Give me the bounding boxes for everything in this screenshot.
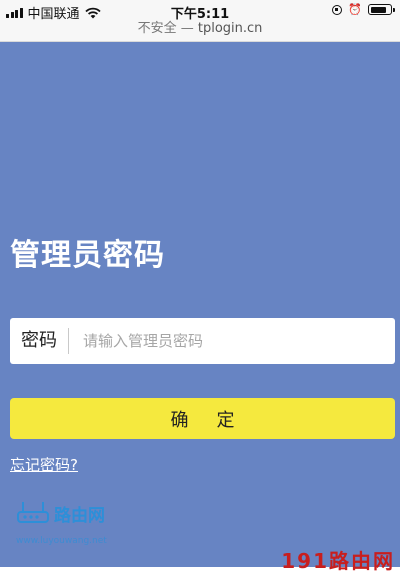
forgot-password-link[interactable]: 忘记密码? <box>10 454 78 475</box>
orientation-lock-icon <box>332 4 343 15</box>
watermark-url: www.luyouwang.net <box>16 536 107 546</box>
confirm-button[interactable]: 确定 <box>10 398 395 439</box>
watermark-logo-text: 路由网 <box>54 505 105 526</box>
page-title: 管理员密码 <box>10 238 165 273</box>
address-bar[interactable]: 不安全 — tplogin.cn <box>0 22 400 42</box>
watermark-brand: 191路由网 <box>281 549 395 573</box>
watermark-logo: 路由网 <box>16 500 105 526</box>
login-page: 管理员密码 密码 确定 忘记密码? 路由网 www.luyouwang.net … <box>0 42 400 573</box>
status-bar: 中国联通 下午5:11 ⏰ <box>0 0 400 22</box>
security-warning: 不安全 — <box>137 21 194 36</box>
password-row: 密码 <box>10 318 395 364</box>
password-input[interactable] <box>81 320 395 362</box>
status-bar-right: ⏰ <box>332 3 395 16</box>
url-host: tplogin.cn <box>197 21 263 36</box>
password-label: 密码 <box>10 328 69 354</box>
battery-icon <box>368 4 395 15</box>
alarm-icon: ⏰ <box>348 3 362 16</box>
router-icon <box>17 502 49 523</box>
